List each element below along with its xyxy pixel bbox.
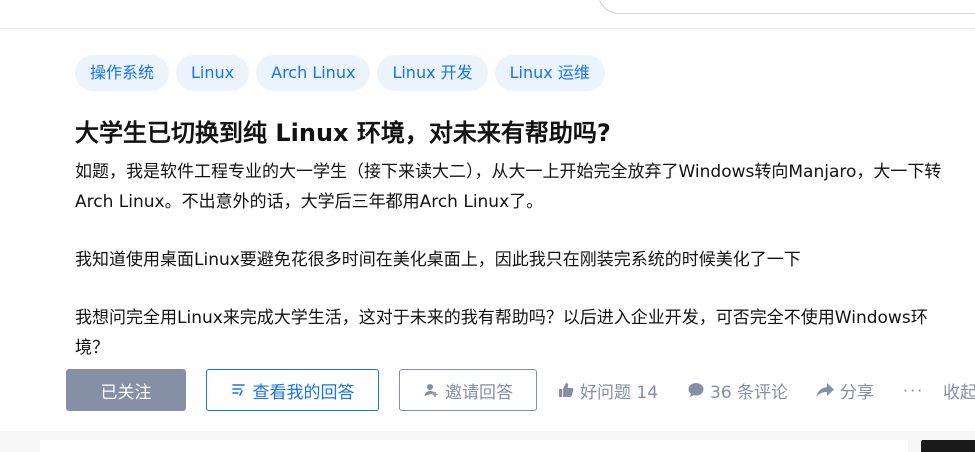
topic-tag-linux-dev[interactable]: Linux 开发 bbox=[377, 55, 488, 91]
question-header-card: 操作系统 Linux Arch Linux Linux 开发 Linux 运维 … bbox=[0, 28, 975, 431]
question-actions: 已关注 查看我的回答 邀请回答 好问题 14 36 条评论 分享 ··· 收起 bbox=[66, 369, 975, 411]
thumbs-up-icon bbox=[557, 381, 575, 399]
question-title: 大学生已切换到纯 Linux 环境，对未来有帮助吗? bbox=[75, 119, 611, 147]
topic-tag-os[interactable]: 操作系统 bbox=[75, 55, 170, 91]
view-my-answer-label: 查看我的回答 bbox=[252, 382, 355, 403]
share-label: 分享 bbox=[840, 382, 874, 403]
next-card-edge bbox=[40, 440, 908, 452]
comments-label: 36 条评论 bbox=[710, 382, 789, 403]
more-dots-icon[interactable]: ··· bbox=[903, 369, 924, 411]
comments-button[interactable]: 36 条评论 bbox=[687, 369, 788, 411]
topic-tag-arch-linux[interactable]: Arch Linux bbox=[256, 55, 371, 91]
topic-tags: 操作系统 Linux Arch Linux Linux 开发 Linux 运维 bbox=[75, 55, 605, 91]
top-bar bbox=[0, 0, 975, 28]
invite-user-icon bbox=[423, 382, 439, 398]
follow-button-label: 已关注 bbox=[100, 382, 152, 403]
question-detail: 如题，我是软件工程专业的大一学生（接下来读大二），从大一上开始完全放弃了Wind… bbox=[75, 157, 955, 363]
invite-answer-button[interactable]: 邀请回答 bbox=[399, 369, 537, 411]
side-panel-edge bbox=[921, 440, 975, 452]
view-my-answer-button[interactable]: 查看我的回答 bbox=[206, 369, 379, 411]
topic-tag-linux[interactable]: Linux bbox=[176, 55, 250, 91]
question-paragraph: 如题，我是软件工程专业的大一学生（接下来读大二），从大一上开始完全放弃了Wind… bbox=[75, 162, 942, 212]
collapse-button[interactable]: 收起 bbox=[943, 369, 975, 411]
share-button[interactable]: 分享 bbox=[815, 369, 874, 411]
comment-bubble-icon bbox=[687, 381, 705, 399]
search-box[interactable] bbox=[598, 0, 975, 14]
good-question-button[interactable]: 好问题 14 bbox=[557, 369, 658, 411]
good-question-label: 好问题 14 bbox=[580, 382, 659, 403]
question-paragraph: 我知道使用桌面Linux要避免花很多时间在美化桌面上，因此我只在刚装完系统的时候… bbox=[75, 250, 801, 270]
topic-tag-linux-ops[interactable]: Linux 运维 bbox=[494, 55, 605, 91]
follow-button[interactable]: 已关注 bbox=[66, 369, 186, 411]
share-arrow-icon bbox=[815, 381, 835, 399]
invite-answer-label: 邀请回答 bbox=[445, 382, 513, 403]
question-paragraph: 我想问完全用Linux来完成大学生活，这对于未来的我有帮助吗？以后进入企业开发，… bbox=[75, 308, 928, 358]
collapse-label: 收起 bbox=[943, 382, 975, 403]
list-check-icon bbox=[231, 382, 247, 398]
